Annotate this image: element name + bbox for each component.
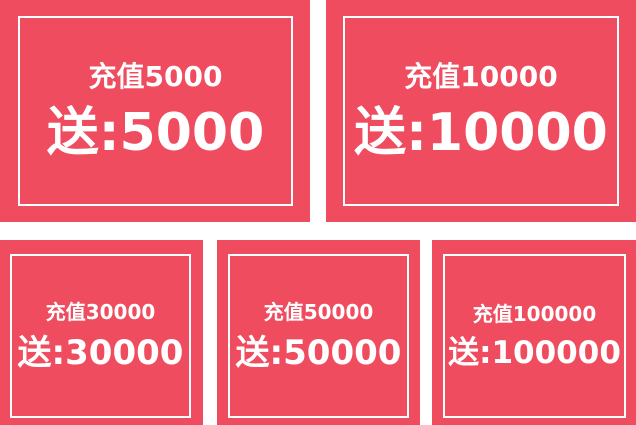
recharge-amount-label: 充值10000 (404, 60, 558, 93)
recharge-amount-label: 充值50000 (263, 300, 374, 324)
recharge-card-30000[interactable]: 充值30000 送:30000 (0, 240, 203, 425)
recharge-card-50000[interactable]: 充值50000 送:50000 (217, 240, 420, 425)
bonus-amount-label: 送:5000 (46, 103, 265, 163)
recharge-amount-label: 充值100000 (472, 301, 597, 326)
recharge-card-100000[interactable]: 充值100000 送:100000 (432, 240, 636, 425)
card-frame: 充值30000 送:30000 (10, 254, 191, 418)
card-frame: 充值5000 送:5000 (18, 16, 293, 206)
card-frame: 充值10000 送:10000 (343, 16, 619, 206)
bonus-amount-label: 送:30000 (17, 333, 184, 373)
bonus-amount-label: 送:10000 (354, 103, 608, 163)
recharge-card-5000[interactable]: 充值5000 送:5000 (0, 0, 310, 222)
card-frame: 充值50000 送:50000 (228, 254, 409, 418)
recharge-amount-label: 充值5000 (88, 60, 223, 93)
bonus-amount-label: 送:50000 (235, 333, 402, 373)
recharge-amount-label: 充值30000 (45, 300, 156, 324)
bonus-amount-label: 送:100000 (448, 334, 621, 371)
card-frame: 充值100000 送:100000 (443, 254, 626, 418)
recharge-card-10000[interactable]: 充值10000 送:10000 (326, 0, 636, 222)
